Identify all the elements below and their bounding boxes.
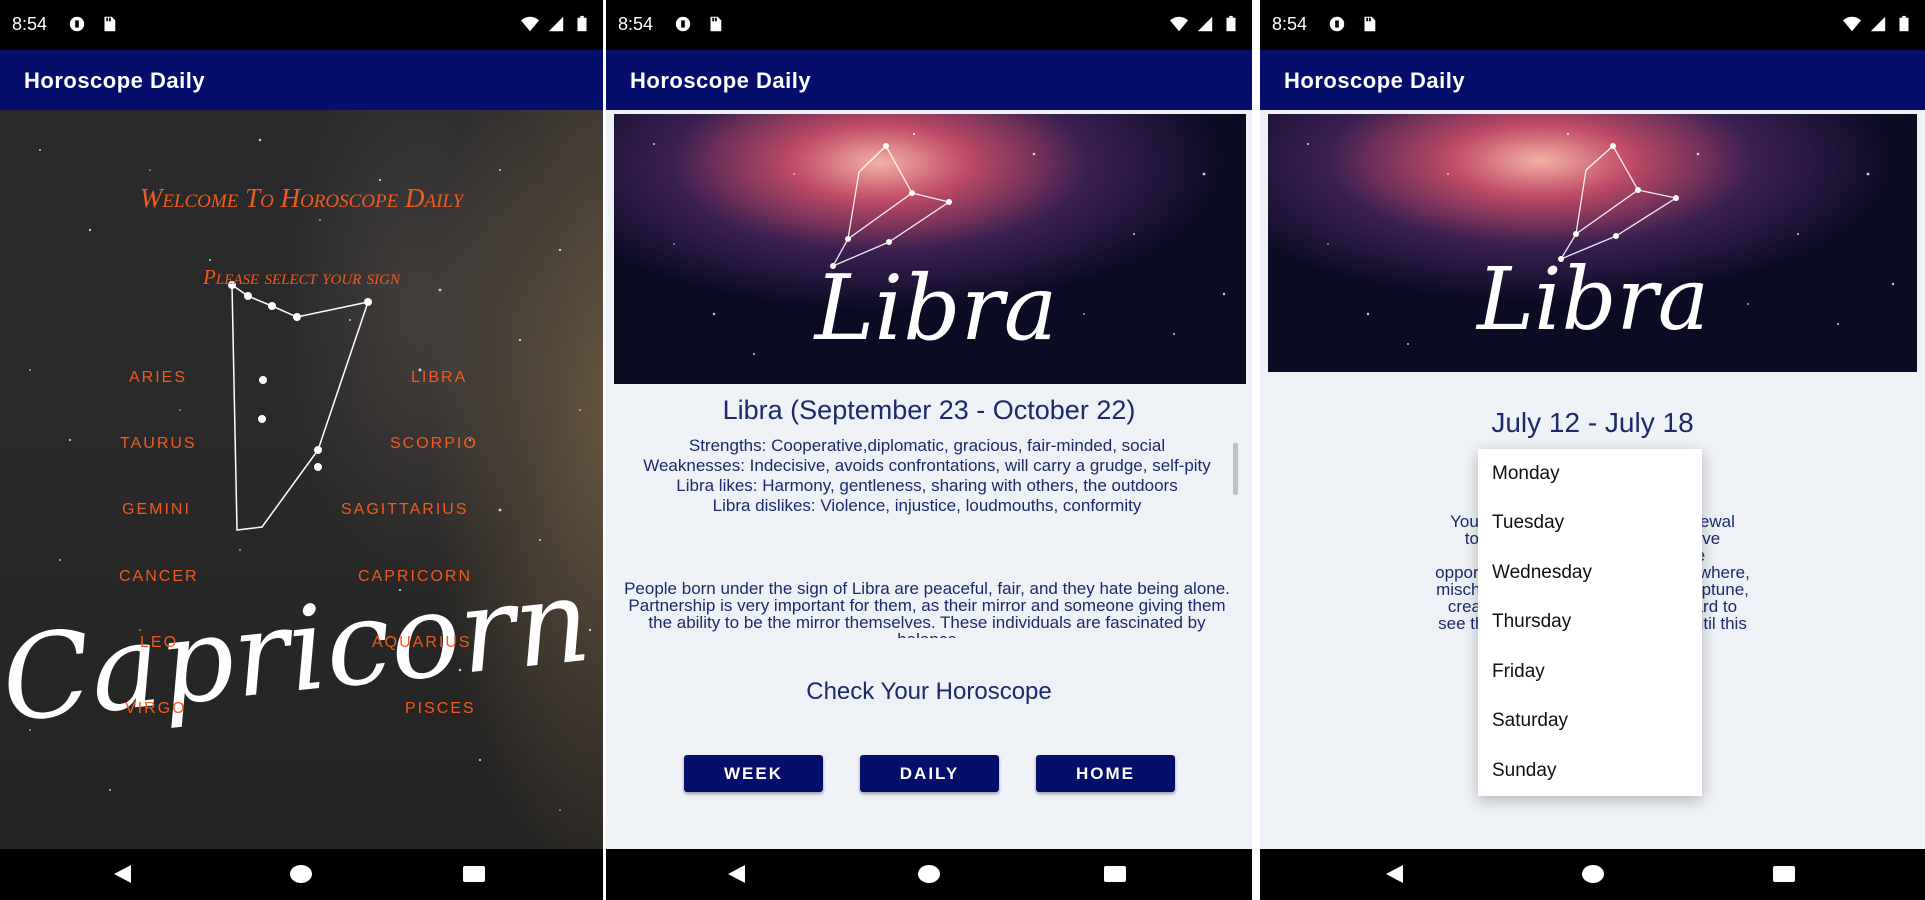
sign-title: Libra (September 23 - October 22) [722,395,1136,425]
home-icon[interactable] [1582,865,1604,883]
daily-button[interactable]: DAILY [860,755,999,792]
sign-gemini[interactable]: GEMINI [122,501,191,519]
sd-card-icon [104,16,116,32]
sign-description: People born under the sign of Libra are … [624,580,1230,638]
signal-icon [1197,16,1213,32]
recents-icon[interactable] [463,866,485,882]
phone-screen-week-horoscope: 8:54 Horoscope Daily Libra July 12 - Jul… [1260,0,1925,900]
sign-detail-content: Libra Libra (September 23 - October 22) … [606,110,1252,849]
app-bar: Horoscope Daily [1260,50,1925,110]
back-icon[interactable] [728,865,745,883]
weaknesses-text: Weaknesses: Indecisive, avoids confronta… [643,456,1211,475]
traits-scrollbar[interactable] [1233,443,1238,495]
select-sign-prompt: Please select your sign [203,265,400,289]
sign-scorpio[interactable]: SCORPIO [390,435,478,453]
sign-sagittarius[interactable]: SAGITTARIUS [341,501,469,519]
week-horoscope-content: Libra July 12 - July 18 Your intimate re… [1260,110,1925,849]
status-bar: 8:54 [0,0,603,50]
sign-virgo[interactable]: VIRGO [125,700,187,718]
wifi-icon [521,16,539,32]
sign-libra[interactable]: LIBRA [411,369,467,387]
day-option-tuesday[interactable]: Tuesday [1478,498,1702,548]
system-nav-bar [0,849,603,900]
recents-icon[interactable] [1773,866,1795,882]
sign-taurus[interactable]: TAURUS [120,435,197,453]
back-icon[interactable] [114,865,131,883]
recents-icon[interactable] [1104,866,1126,882]
status-bar: 8:54 [606,0,1252,50]
system-nav-bar [1260,849,1925,900]
app-title: Horoscope Daily [1284,68,1466,93]
day-option-thursday[interactable]: Thursday [1478,597,1702,647]
status-time: 8:54 [618,14,654,34]
capricorn-constellation-art: Capricorn [0,281,596,749]
day-option-saturday[interactable]: Saturday [1478,696,1702,746]
sign-pisces[interactable]: PISCES [405,700,476,718]
signal-icon [548,16,564,32]
wifi-icon [1170,16,1188,32]
battery-icon [577,15,587,32]
sign-aquarius[interactable]: AQUARIUS [372,634,472,652]
home-background: Welcome To Horoscope Daily Capricorn Ple… [0,110,603,849]
back-icon[interactable] [1386,865,1403,883]
notification-icon [675,16,691,32]
app-bar: Horoscope Daily [0,50,603,110]
notification-icon [69,16,85,32]
week-button[interactable]: WEEK [684,755,823,792]
app-title: Horoscope Daily [630,68,812,93]
status-bar: 8:54 [1260,0,1925,50]
strengths-text: Strengths: Cooperative,diplomatic, graci… [688,436,1166,455]
app-screens: 8:54 Horoscope Daily Welcome To Horoscop… [0,0,1925,900]
libra-hero-image: Libra [1268,114,1917,372]
home-icon[interactable] [290,865,312,883]
phone-screen-home: 8:54 Horoscope Daily Welcome To Horoscop… [0,0,603,900]
day-option-monday[interactable]: Monday [1478,449,1702,499]
status-time: 8:54 [12,14,48,34]
status-time: 8:54 [1272,14,1308,34]
home-button[interactable]: HOME [1036,755,1175,792]
phone-screen-sign-detail: 8:54 Horoscope Daily Libra Libra (Septem… [606,0,1252,900]
sign-leo[interactable]: LEO [140,634,178,652]
likes-text: Libra likes: Harmony, gentleness, sharin… [676,476,1178,495]
day-dropdown-menu: Monday Tuesday Wednesday Thursday Friday… [1478,449,1702,796]
check-horoscope-heading: Check Your Horoscope [806,678,1052,705]
day-option-sunday[interactable]: Sunday [1478,746,1702,796]
sign-capricorn[interactable]: CAPRICORN [358,568,472,586]
notification-icon [1329,16,1345,32]
libra-hero-text: Libra [1475,250,1709,350]
battery-icon [1899,15,1909,32]
traits-list: Strengths: Cooperative,diplomatic, graci… [618,437,1236,517]
system-nav-bar [606,849,1252,900]
day-option-friday[interactable]: Friday [1478,647,1702,697]
libra-hero-image: Libra [614,114,1246,384]
dislikes-text: Libra dislikes: Violence, injustice, lou… [712,496,1142,515]
week-range-title: July 12 - July 18 [1491,407,1694,438]
libra-hero-text: Libra [813,256,1058,361]
sd-card-icon [710,16,722,32]
day-option-wednesday[interactable]: Wednesday [1478,548,1702,598]
battery-icon [1226,15,1236,32]
app-title: Horoscope Daily [24,68,206,93]
app-bar: Horoscope Daily [606,50,1252,110]
sign-cancer[interactable]: CANCER [119,568,199,586]
capricorn-art-text: Capricorn [0,553,596,749]
signal-icon [1870,16,1886,32]
home-icon[interactable] [918,865,940,883]
sd-card-icon [1364,16,1376,32]
wifi-icon [1843,16,1861,32]
sign-aries[interactable]: ARIES [129,369,187,387]
